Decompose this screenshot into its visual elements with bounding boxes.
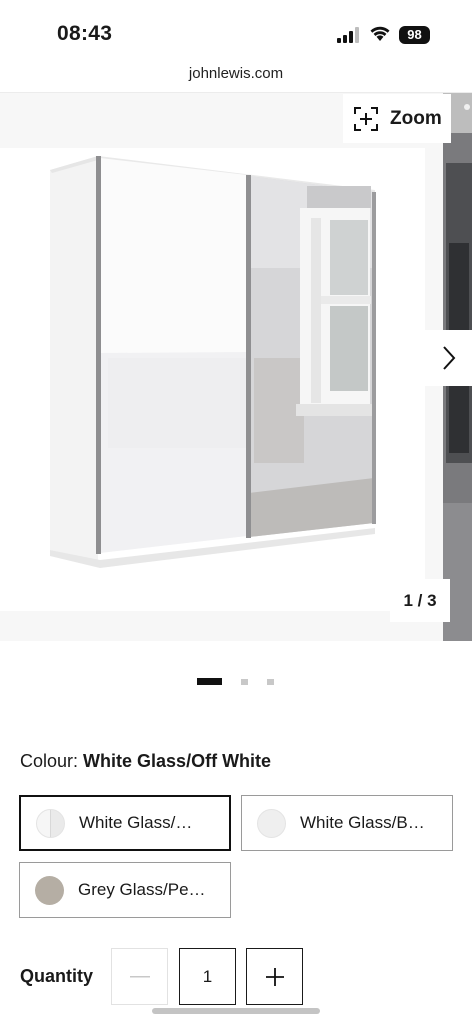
colour-option-white-glass-off-white[interactable]: White Glass/… — [19, 795, 231, 851]
battery-level: 98 — [407, 27, 422, 42]
product-image[interactable] — [0, 148, 425, 611]
quantity-increase-button[interactable] — [246, 948, 303, 1005]
next-image-button[interactable] — [425, 330, 472, 386]
product-image-gallery[interactable]: Zoom 1 / 3 — [0, 93, 472, 641]
status-bar: 08:43 98 — [0, 0, 472, 62]
quantity-decrease-button[interactable] — [111, 948, 168, 1005]
image-counter: 1 / 3 — [390, 579, 450, 622]
colour-heading: Colour: White Glass/Off White — [20, 751, 271, 772]
wardrobe-image — [50, 156, 376, 568]
status-time: 08:43 — [57, 22, 113, 45]
plus-icon — [265, 967, 284, 986]
pagination-dot-2[interactable] — [241, 679, 248, 685]
swatch-grey-glass-icon — [35, 875, 64, 905]
swatch-white-icon — [257, 808, 286, 838]
browser-url-bar[interactable]: johnlewis.com — [0, 62, 472, 93]
home-indicator[interactable] — [152, 1008, 320, 1014]
colour-option-grey-glass[interactable]: Grey Glass/Pe… — [19, 862, 231, 918]
colour-option-label: Grey Glass/Pe… — [78, 880, 206, 899]
swatch-white-glass-icon — [36, 808, 65, 838]
quantity-value: 1 — [202, 966, 213, 986]
zoom-label: Zoom — [390, 107, 442, 129]
battery-icon: 98 — [399, 26, 430, 44]
selected-colour-name: White Glass/Off White — [83, 751, 272, 771]
quantity-label: Quantity — [20, 966, 94, 986]
quantity-input[interactable]: 1 — [179, 948, 236, 1005]
url-text[interactable]: johnlewis.com — [0, 65, 472, 82]
pagination-dot-1[interactable] — [197, 678, 222, 685]
zoom-icon — [354, 106, 378, 131]
colour-option-label: White Glass/… — [79, 813, 193, 832]
chevron-right-icon — [442, 346, 455, 370]
colour-label: Colour: — [20, 751, 79, 771]
image-counter-text: 1 / 3 — [403, 590, 437, 610]
colour-option-white-glass-b[interactable]: White Glass/B… — [241, 795, 453, 851]
pagination-dot-3[interactable] — [267, 679, 274, 685]
cellular-signal-icon — [337, 27, 361, 43]
colour-option-label: White Glass/B… — [300, 813, 425, 832]
zoom-button[interactable]: Zoom — [343, 94, 451, 143]
minus-icon — [129, 975, 150, 977]
wifi-icon — [370, 26, 390, 41]
